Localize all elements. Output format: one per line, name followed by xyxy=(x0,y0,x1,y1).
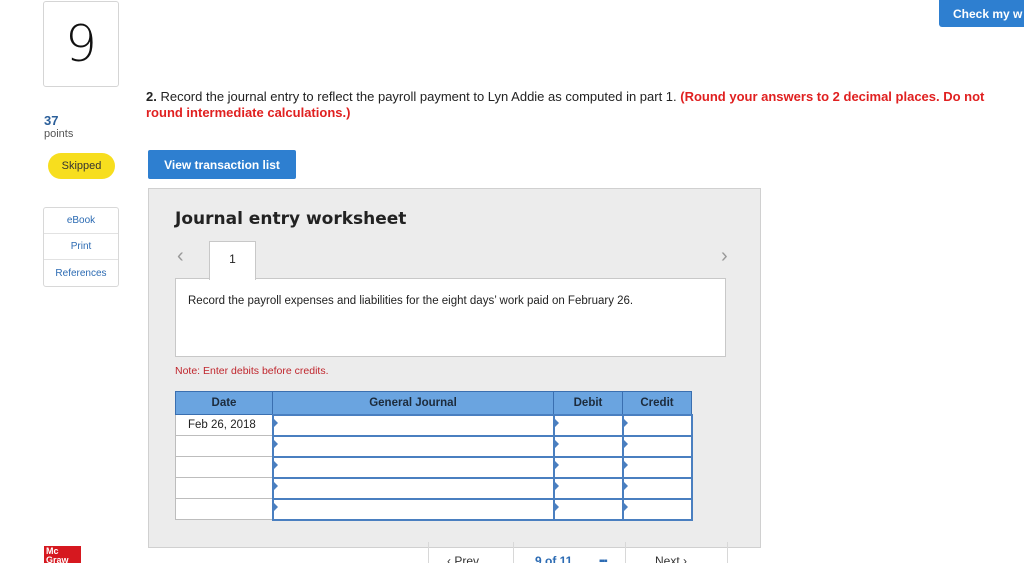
date-cell xyxy=(175,498,273,520)
prev-button[interactable]: ‹ Prev xyxy=(447,554,479,563)
general-journal-input[interactable] xyxy=(271,497,555,521)
general-journal-input[interactable] xyxy=(271,434,555,458)
divider xyxy=(625,542,626,563)
table-row xyxy=(175,476,693,500)
table-row xyxy=(175,434,693,458)
general-journal-input[interactable] xyxy=(271,413,555,437)
status-badge: Skipped xyxy=(48,153,115,179)
column-header-debit: Debit xyxy=(553,391,623,415)
footer-navigation: ‹ Prev 9 of 11 ▪▪▪ Next › xyxy=(428,542,728,563)
credit-input[interactable] xyxy=(621,455,693,479)
references-link[interactable]: References xyxy=(44,260,118,286)
question-body: Record the journal entry to reflect the … xyxy=(156,89,681,104)
chevron-left-icon[interactable]: ‹ xyxy=(177,245,184,268)
date-cell xyxy=(175,435,273,457)
question-text: 2. Record the journal entry to reflect t… xyxy=(146,89,986,121)
date-cell xyxy=(175,456,273,478)
general-journal-input[interactable] xyxy=(271,476,555,500)
question-number-box: 9 xyxy=(43,1,119,87)
grid-icon[interactable]: ▪▪▪ xyxy=(599,556,608,563)
debit-input[interactable] xyxy=(552,413,624,437)
journal-table: Date General Journal Debit Credit Feb 26… xyxy=(175,391,693,521)
column-header-date: Date xyxy=(175,391,273,415)
table-row xyxy=(175,497,693,521)
divider xyxy=(513,542,514,563)
debit-input[interactable] xyxy=(552,497,624,521)
question-number: 9 xyxy=(65,15,97,73)
points-value: 37 xyxy=(44,113,59,128)
next-button[interactable]: Next › xyxy=(655,554,687,563)
view-transaction-list-button[interactable]: View transaction list xyxy=(148,150,296,179)
check-my-work-button[interactable]: Check my w xyxy=(939,0,1024,27)
print-link[interactable]: Print xyxy=(44,234,118,260)
ebook-link[interactable]: eBook xyxy=(44,208,118,234)
question-part-number: 2. xyxy=(146,89,157,104)
debit-input[interactable] xyxy=(552,476,624,500)
table-row: Feb 26, 2018 xyxy=(175,413,693,437)
mcgraw-logo: Mc Graw xyxy=(44,546,81,563)
date-cell: Feb 26, 2018 xyxy=(175,414,273,436)
debit-input[interactable] xyxy=(552,434,624,458)
credit-input[interactable] xyxy=(621,434,693,458)
resources-panel: eBook Print References xyxy=(43,207,119,287)
entry-note: Note: Enter debits before credits. xyxy=(175,365,329,377)
journal-entry-worksheet: Journal entry worksheet ‹ 1 › Record the… xyxy=(148,188,761,548)
chevron-right-icon[interactable]: › xyxy=(721,245,728,268)
worksheet-tab-1[interactable]: 1 xyxy=(209,241,256,280)
credit-input[interactable] xyxy=(621,413,693,437)
worksheet-title: Journal entry worksheet xyxy=(175,209,407,229)
general-journal-input[interactable] xyxy=(271,455,555,479)
debit-input[interactable] xyxy=(552,455,624,479)
credit-input[interactable] xyxy=(621,497,693,521)
date-cell xyxy=(175,477,273,499)
table-row xyxy=(175,455,693,479)
column-header-general-journal: General Journal xyxy=(272,391,554,415)
transaction-description: Record the payroll expenses and liabilit… xyxy=(175,278,726,357)
page-indicator[interactable]: 9 of 11 xyxy=(535,554,572,563)
column-header-credit: Credit xyxy=(622,391,692,415)
credit-input[interactable] xyxy=(621,476,693,500)
points-label: points xyxy=(44,128,74,140)
